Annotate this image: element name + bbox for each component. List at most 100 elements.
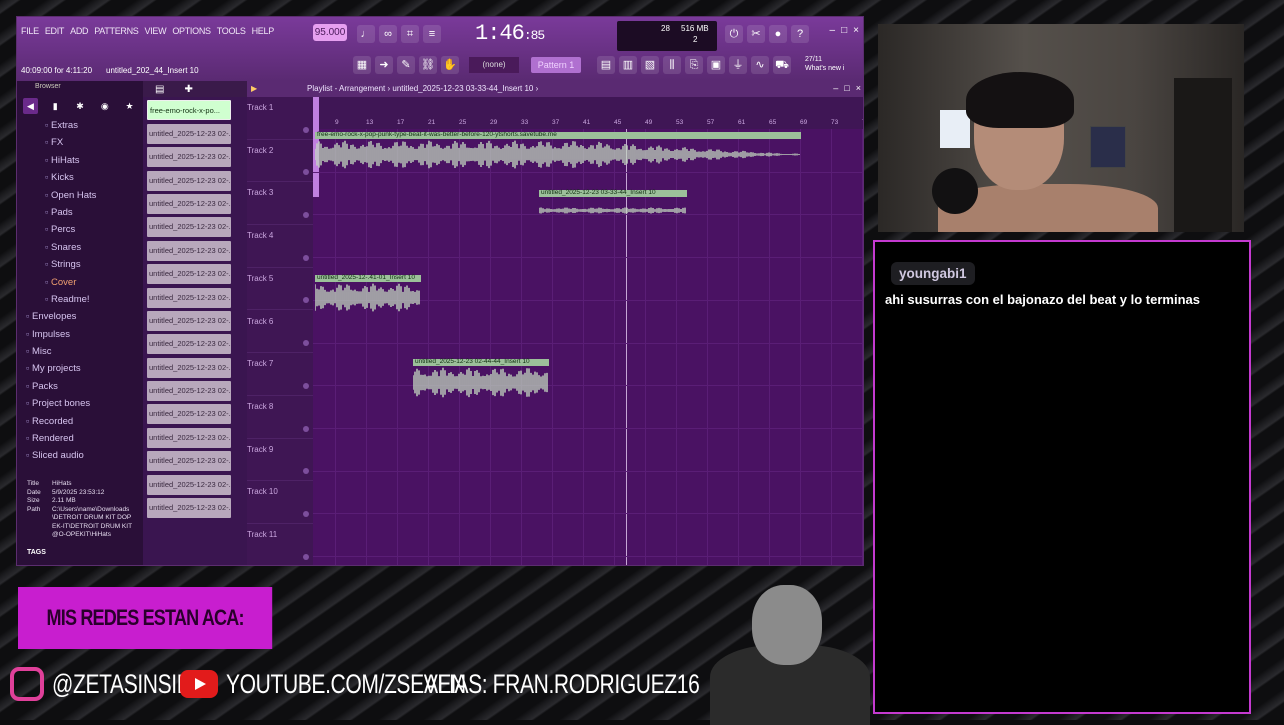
clip-source-item[interactable]: untitled_2025-12-23 02-... [147, 193, 231, 214]
browser-all-icon[interactable]: ◀ [23, 98, 38, 114]
track-mute-button[interactable] [303, 169, 309, 176]
browser-item[interactable]: ▫ Kicks [17, 169, 143, 186]
browser-star-icon[interactable]: ★ [122, 98, 137, 114]
hand-icon[interactable]: ✋ [441, 56, 459, 74]
browser-item[interactable]: ▫ Snares [17, 239, 143, 256]
plugin-picker-icon[interactable]: ⎘ [685, 56, 703, 74]
mic-icon[interactable]: ● [769, 25, 787, 43]
browser-item[interactable]: ▫ Extras [17, 117, 143, 134]
track-mute-button[interactable] [303, 468, 309, 475]
track-header[interactable]: Track 9 [247, 439, 313, 482]
clip-source-item[interactable]: untitled_2025-12-23 02-... [147, 147, 231, 168]
clip-source-item[interactable]: untitled_2025-12-23 02-... [147, 357, 231, 378]
browser-item[interactable]: ▫ Rendered [17, 430, 143, 447]
pattern-selector[interactable]: Pattern 1 [531, 57, 581, 73]
browser-item[interactable]: ▫ My projects [17, 360, 143, 377]
scissors-icon[interactable]: ✂ [747, 25, 765, 43]
track-mute-button[interactable] [303, 425, 309, 432]
track-mute-button[interactable] [303, 553, 309, 560]
browser-item[interactable]: ▫ HiHats [17, 152, 143, 169]
mixer-icon[interactable]: ⫼ [663, 56, 681, 74]
clip-source-item[interactable]: untitled_2025-12-23 02-... [147, 240, 231, 261]
audio-clip[interactable]: free-emo-rock-x-pop-punk-type-beat-it-wa… [315, 131, 801, 170]
loop-record-icon[interactable]: ∞ [379, 25, 397, 43]
clip-source-item[interactable]: untitled_2025-12-23 02-... [147, 170, 231, 191]
clip-source-item[interactable]: untitled_2025-12-23 02-... [147, 334, 231, 355]
timeline-ruler[interactable]: 9131721252933374145495357616569737781858… [313, 97, 863, 129]
playlist-close-icon[interactable]: × [856, 83, 861, 93]
tempo-display[interactable]: 95.000 [313, 24, 347, 41]
track-header[interactable]: Track 7 [247, 353, 313, 396]
track-header[interactable]: Track 2 [247, 140, 313, 183]
track-mute-button[interactable] [303, 212, 309, 219]
clip-source-item[interactable]: untitled_2025-12-23 02-... [147, 427, 231, 448]
browser-item[interactable]: ▫ Sliced audio [17, 447, 143, 464]
browser-item[interactable]: ▫ Misc [17, 343, 143, 360]
piano-roll-icon[interactable]: ▥ [619, 56, 637, 74]
audio-clip[interactable]: untitled_2025-12-23 03-33-44_Insert 10 [539, 189, 687, 224]
clip-source-item[interactable]: untitled_2025-12-23 02-... [147, 381, 231, 402]
piano-icon[interactable]: ▦ [353, 56, 371, 74]
browser-item[interactable]: ▫ Project bones [17, 395, 143, 412]
track-header[interactable]: Track 8 [247, 396, 313, 439]
menu-item-edit[interactable]: EDIT [45, 26, 65, 40]
snap-select[interactable]: (none) [469, 57, 519, 73]
track-mute-button[interactable] [303, 382, 309, 389]
menu-item-tools[interactable]: TOOLS [217, 26, 246, 40]
menu-item-add[interactable]: ADD [70, 26, 88, 40]
clip-source-item[interactable]: untitled_2025-12-23 02-... [147, 217, 231, 238]
help-icon[interactable]: ? [791, 25, 809, 43]
cart-icon[interactable]: ⛟ [773, 56, 791, 74]
clip-source-item[interactable]: untitled_2025-12-23 02-... [147, 498, 231, 519]
wave-icon[interactable]: ∿ [751, 56, 769, 74]
browser-item[interactable]: ▫ Percs [17, 221, 143, 238]
link-icon[interactable]: ⛓ [419, 56, 437, 74]
track-header[interactable]: Track 10 [247, 481, 313, 524]
track-mute-button[interactable] [303, 297, 309, 304]
playlist-icon[interactable]: ▤ [597, 56, 615, 74]
plug-icon[interactable]: ⏚ [729, 56, 747, 74]
channel-rack-icon[interactable]: ▧ [641, 56, 659, 74]
minimize-icon[interactable]: – [830, 25, 836, 36]
track-header[interactable]: Track 5 [247, 268, 313, 311]
browser-item[interactable]: ▫ Readme! [17, 291, 143, 308]
arrow-right-icon[interactable]: ➜ [375, 56, 393, 74]
browser-item[interactable]: ▫ Impulses [17, 326, 143, 343]
track-mute-button[interactable] [303, 340, 309, 347]
picker-list-icon[interactable]: ▤ [155, 84, 164, 95]
menu-item-view[interactable]: VIEW [145, 26, 167, 40]
pencil-icon[interactable]: ✎ [397, 56, 415, 74]
audio-clip[interactable]: untitled_2025-12-.41-01_Insert 10 [315, 274, 421, 313]
playlist-minimize-icon[interactable]: – [833, 83, 838, 93]
track-mute-button[interactable] [303, 510, 309, 517]
picker-add-icon[interactable]: ✚ [184, 84, 192, 95]
clip-source-item[interactable]: untitled_2025-12-23 02-... [147, 451, 231, 472]
track-header[interactable]: Track 3 [247, 182, 313, 226]
clip-source-item[interactable]: untitled_2025-12-23 02-... [147, 474, 231, 495]
clip-source-item[interactable]: untitled_2025-12-23 02-... [147, 264, 231, 285]
clip-source-item[interactable]: free-emo-rock-x-po... [147, 100, 231, 121]
close-icon[interactable]: × [853, 25, 859, 36]
menu-item-patterns[interactable]: PATTERNS [94, 26, 139, 40]
browser-icon[interactable]: ▣ [707, 56, 725, 74]
maximize-icon[interactable]: □ [841, 25, 847, 36]
browser-db-icon[interactable]: ◉ [97, 98, 112, 114]
browser-plugin-icon[interactable]: ✱ [73, 98, 88, 114]
step-edit-icon[interactable]: ⌗ [401, 25, 419, 43]
browser-item[interactable]: ▫ Recorded [17, 413, 143, 430]
blend-notes-icon[interactable]: ≡ [423, 25, 441, 43]
audio-clip[interactable]: untitled_2025-12-23 02-44-44_Insert 10 [413, 358, 549, 399]
track-mute-button[interactable] [303, 254, 309, 261]
track-mute-button[interactable] [303, 126, 309, 133]
browser-item[interactable]: ▫ Open Hats [17, 187, 143, 204]
track-header[interactable]: Track 1 [247, 97, 313, 140]
browser-item[interactable]: ▫ Pads [17, 204, 143, 221]
track-header[interactable]: Track 4 [247, 225, 313, 268]
track-header[interactable]: Track 11 [247, 524, 313, 565]
browser-item[interactable]: ▫ Cover [17, 274, 143, 291]
clip-source-item[interactable]: untitled_2025-12-23 02-... [147, 310, 231, 331]
clip-source-item[interactable]: untitled_2025-12-23 02-... [147, 123, 231, 144]
menu-item-options[interactable]: OPTIONS [172, 26, 211, 40]
browser-item[interactable]: ▫ Strings [17, 256, 143, 273]
power-icon[interactable]: ⏻ [725, 25, 743, 43]
